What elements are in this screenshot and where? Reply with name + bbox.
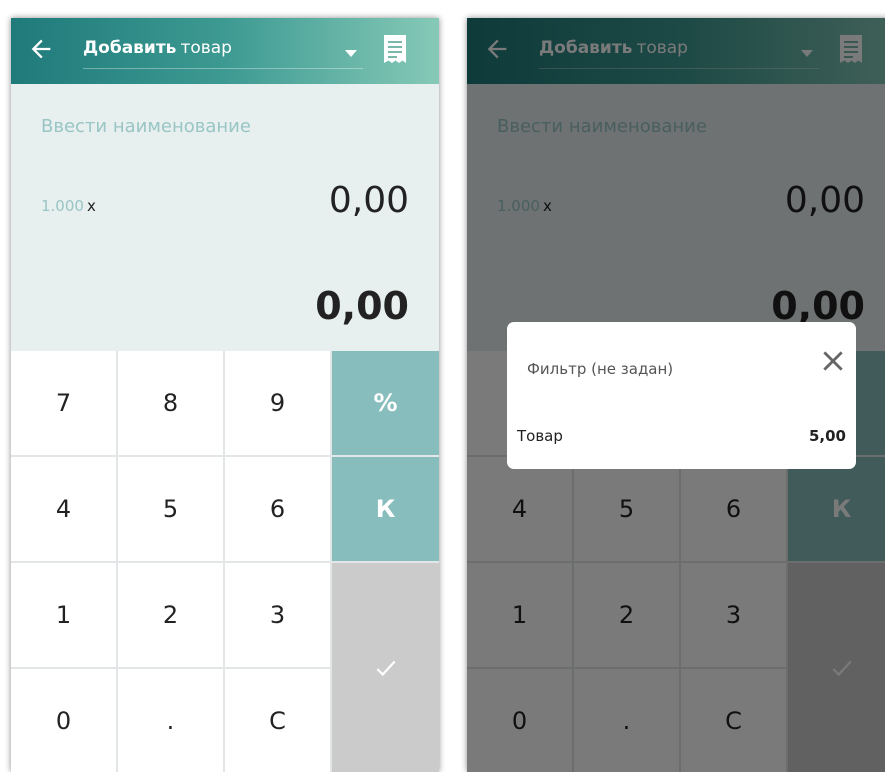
- arrow-left-icon[interactable]: [27, 35, 55, 63]
- key-clear[interactable]: С: [225, 669, 330, 772]
- key-9[interactable]: 9: [225, 351, 330, 455]
- filter-dialog: Фильтр (не задан) Товар 5,00: [507, 322, 856, 469]
- title-dropdown[interactable]: Добавитьтовар: [83, 38, 363, 69]
- keypad: 7 8 9 % 4 5 6 К 1 2 3 0 . С: [11, 351, 439, 772]
- key-5[interactable]: 5: [118, 457, 223, 561]
- title-regular: товар: [180, 38, 232, 58]
- key-percent[interactable]: %: [332, 351, 439, 455]
- name-input[interactable]: Ввести наименование: [41, 116, 251, 137]
- title-bold: Добавить: [83, 38, 177, 58]
- key-1[interactable]: 1: [11, 563, 116, 667]
- receipt-icon[interactable]: [382, 34, 408, 66]
- total-value: 0,00: [315, 284, 409, 328]
- key-3[interactable]: 3: [225, 563, 330, 667]
- close-icon[interactable]: [820, 348, 846, 374]
- key-k[interactable]: К: [332, 457, 439, 561]
- item-name[interactable]: Товар: [517, 427, 563, 445]
- key-4[interactable]: 4: [11, 457, 116, 561]
- key-0[interactable]: 0: [11, 669, 116, 772]
- multiply-sign: x: [86, 197, 96, 215]
- app-bar: Добавитьтовар: [11, 18, 439, 84]
- item-value[interactable]: 5,00: [809, 427, 846, 445]
- chevron-down-icon[interactable]: [345, 50, 357, 57]
- key-6[interactable]: 6: [225, 457, 330, 561]
- phone-screen-left: Добавить товар Ввести наименование 1.000 x…: [11, 18, 439, 772]
- check-icon: [376, 660, 395, 677]
- quantity-value[interactable]: 1.000x: [41, 197, 96, 215]
- key-2[interactable]: 2: [118, 563, 223, 667]
- key-8[interactable]: 8: [118, 351, 223, 455]
- confirm-button[interactable]: [332, 563, 439, 772]
- key-dot[interactable]: .: [118, 669, 223, 772]
- price-value[interactable]: 0,00: [329, 180, 409, 221]
- key-7[interactable]: 7: [11, 351, 116, 455]
- filter-label[interactable]: Фильтр (не задан): [527, 360, 673, 378]
- quantity-number: 1.000: [41, 197, 84, 215]
